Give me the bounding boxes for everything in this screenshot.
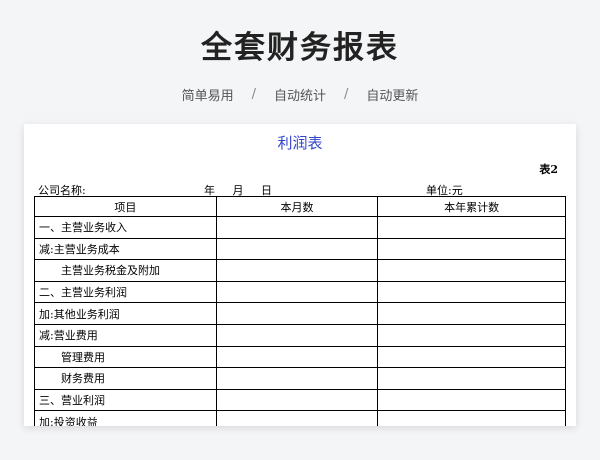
feature-tags: 简单易用 / 自动统计 / 自动更新 (0, 85, 600, 104)
cell-ytd-value[interactable] (377, 388, 566, 412)
cell-ytd-value[interactable] (377, 302, 566, 325)
tag-separator: / (344, 87, 349, 102)
cell-month-value[interactable] (215, 259, 379, 282)
cell-month-value[interactable] (215, 323, 379, 347)
table-row: 财务费用 (34, 367, 566, 390)
table-row: 二、主营业务利润 (34, 280, 566, 304)
table-number: 表2 (539, 163, 558, 176)
cell-month-value[interactable] (215, 345, 379, 369)
column-header-item: 项目 (34, 196, 217, 217)
row-label: 加:其他业务利润 (34, 302, 217, 325)
cell-ytd-value[interactable] (377, 237, 566, 261)
cell-ytd-value[interactable] (377, 280, 566, 304)
cell-month-value[interactable] (215, 216, 379, 239)
cell-month-value[interactable] (215, 410, 379, 426)
row-label: 三、营业利润 (34, 388, 217, 412)
statement-title: 利润表 (277, 134, 323, 152)
row-label: 减:主营业务成本 (34, 237, 217, 261)
table-row: 减:营业费用 (34, 323, 566, 347)
cell-month-value[interactable] (215, 302, 379, 325)
row-label: 加:投资收益 (34, 410, 217, 426)
table-row: 减:主营业务成本 (34, 237, 566, 261)
column-header-ytd: 本年累计数 (377, 196, 566, 217)
feature-tag-easy: 简单易用 (181, 89, 234, 104)
cell-ytd-value[interactable] (377, 259, 566, 282)
row-label: 财务费用 (34, 367, 217, 390)
row-label: 主营业务税金及附加 (34, 259, 217, 282)
table-row: 加:其他业务利润 (34, 302, 566, 325)
row-label: 二、主营业务利润 (34, 280, 217, 304)
cell-month-value[interactable] (215, 280, 379, 304)
cell-month-value[interactable] (215, 388, 379, 412)
table-row: 管理费用 (34, 345, 566, 369)
table-row: 加:投资收益 (34, 410, 566, 426)
tag-separator: / (251, 87, 256, 102)
cell-ytd-value[interactable] (377, 216, 566, 239)
row-label: 减:营业费用 (34, 323, 217, 347)
column-header-month: 本月数 (215, 196, 379, 217)
income-table: 项目 本月数 本年累计数 一、主营业务收入 减:主营业务成本 主营业务税金及附加 二、… (34, 196, 566, 426)
feature-tag-auto-update: 自动更新 (366, 89, 419, 104)
feature-tag-auto-stats: 自动统计 (273, 89, 326, 104)
table-row: 三、营业利润 (34, 388, 566, 412)
cell-ytd-value[interactable] (377, 367, 566, 390)
income-statement-sheet: 利润表 表2 公司名称: 年 月 日 单位:元 项目 本月数 本年累计数 一、主… (24, 124, 576, 426)
cell-ytd-value[interactable] (377, 345, 566, 369)
table-row: 主营业务税金及附加 (34, 259, 566, 282)
cell-month-value[interactable] (215, 367, 379, 390)
row-label: 一、主营业务收入 (34, 216, 217, 239)
cell-ytd-value[interactable] (377, 410, 566, 426)
table-header-row: 项目 本月数 本年累计数 (34, 196, 566, 217)
cell-month-value[interactable] (215, 237, 379, 261)
row-label: 管理费用 (34, 345, 217, 369)
cell-ytd-value[interactable] (377, 323, 566, 347)
page-title: 全套财务报表 (201, 30, 399, 66)
table-row: 一、主营业务收入 (34, 216, 566, 239)
